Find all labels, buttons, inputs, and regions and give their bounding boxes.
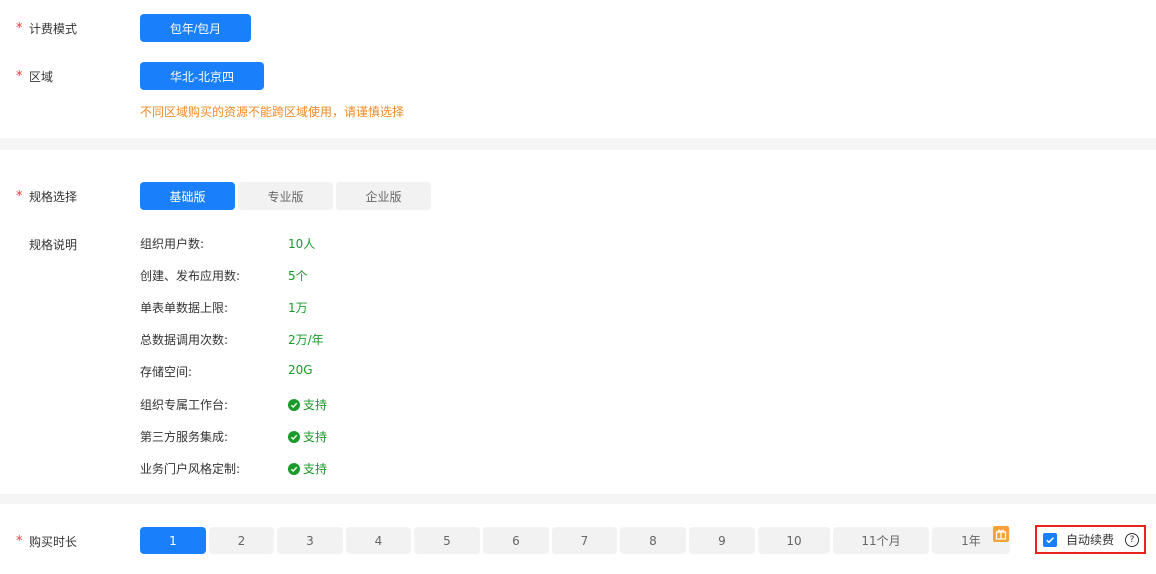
region-notice: 不同区域购买的资源不能跨区域使用，请谨慎选择: [140, 105, 405, 119]
gift-icon: [993, 526, 1009, 542]
auto-renew-checkbox[interactable]: [1043, 532, 1057, 547]
tab-basic[interactable]: 基础版: [140, 182, 235, 210]
spec-item-name: 组织专属工作台:: [140, 398, 229, 412]
duration-option-11-months[interactable]: 11个月: [833, 527, 929, 554]
spec-item-name: 单表单数据上限:: [140, 301, 229, 315]
tab-enterprise[interactable]: 企业版: [336, 182, 431, 210]
check-circle-icon: [288, 430, 300, 443]
spec-item-name: 业务门户风格定制:: [140, 462, 241, 476]
billing-mode-button[interactable]: 包年/包月: [140, 14, 251, 42]
duration-option-2[interactable]: 2: [209, 527, 274, 554]
spec-item-value: 2万/年: [288, 333, 324, 347]
spec-item-name: 组织用户数:: [140, 237, 205, 251]
spec-item-value: 支持: [288, 460, 327, 477]
spec-item-value: 支持: [288, 396, 327, 413]
required-mark: *: [16, 189, 23, 204]
required-mark: *: [16, 21, 23, 36]
duration-option-1[interactable]: 1: [140, 527, 206, 554]
spec-item-value: 20G: [288, 363, 313, 377]
spec-desc-label: 规格说明: [29, 238, 78, 252]
duration-option-8[interactable]: 8: [620, 527, 686, 554]
spec-label: * 规格选择: [16, 189, 78, 204]
spec-item-name: 第三方服务集成:: [140, 430, 229, 444]
billing-label: * 计费模式: [16, 21, 78, 36]
spec-item-value: 10人: [288, 237, 316, 251]
tab-professional[interactable]: 专业版: [238, 182, 333, 210]
question-mark-icon[interactable]: ?: [1125, 532, 1140, 547]
duration-option-3[interactable]: 3: [277, 527, 343, 554]
check-circle-icon: [288, 398, 300, 411]
duration-option-9[interactable]: 9: [689, 527, 755, 554]
spec-item-value: 1万: [288, 301, 308, 315]
required-mark: *: [16, 534, 23, 549]
spec-item-name: 创建、发布应用数:: [140, 269, 241, 283]
spec-item-name: 总数据调用次数:: [140, 333, 229, 347]
required-mark: *: [16, 69, 23, 84]
auto-renew-container: 自动续费 ?: [1035, 525, 1146, 554]
duration-option-7[interactable]: 7: [552, 527, 617, 554]
duration-option-6[interactable]: 6: [483, 527, 549, 554]
duration-label: * 购买时长: [16, 534, 78, 549]
check-circle-icon: [288, 462, 300, 475]
duration-option-10[interactable]: 10: [758, 527, 830, 554]
spec-item-name: 存储空间:: [140, 365, 193, 379]
auto-renew-label[interactable]: 自动续费: [1066, 531, 1114, 548]
duration-option-4[interactable]: 4: [346, 527, 411, 554]
spec-item-value: 支持: [288, 428, 327, 445]
region-button[interactable]: 华北-北京四: [140, 62, 264, 90]
section-divider: [0, 138, 1156, 150]
section-divider: [0, 494, 1156, 504]
spec-item-value: 5个: [288, 269, 308, 283]
duration-option-5[interactable]: 5: [414, 527, 480, 554]
region-label: * 区域: [16, 69, 54, 84]
